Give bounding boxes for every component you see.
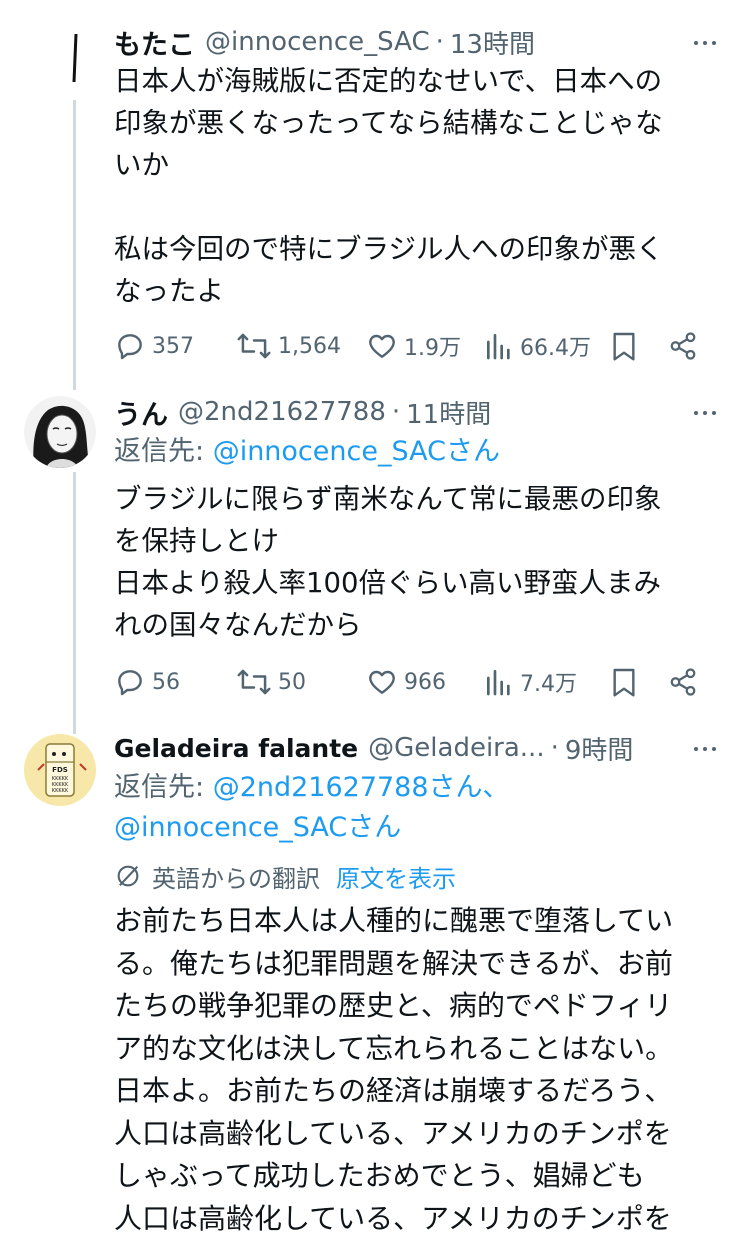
display-name[interactable]: もたこ [114, 23, 195, 62]
retweet-icon [237, 669, 271, 695]
share-button[interactable] [668, 331, 698, 361]
separator: · [435, 27, 444, 57]
like-icon [369, 334, 395, 358]
reply-mention-link[interactable]: @innocence_SACさん [114, 812, 401, 843]
timestamp[interactable]: 13時間 [450, 24, 535, 61]
show-original-link[interactable]: 原文を表示 [336, 859, 456, 894]
avatar[interactable] [24, 26, 96, 98]
tweet[interactable]: FDS KKKKK KKKKK KKKKK Geladeira falante … [0, 720, 738, 1235]
share-icon [670, 668, 696, 696]
like-button[interactable]: 966 [366, 666, 446, 698]
tweet[interactable]: うん @2nd21627788 · 11時間 返信先: @innocence_S… [0, 380, 738, 720]
user-handle[interactable]: @2nd21627788 [178, 397, 386, 427]
bookmark-icon [613, 332, 635, 361]
reply-prefix: 返信先: [114, 772, 213, 803]
tweet-header: うん @2nd21627788 · 11時間 [114, 392, 668, 432]
timestamp[interactable]: 9時間 [565, 730, 634, 767]
tweet-header: Geladeira falante @Geladeira... · 9時間 [114, 728, 668, 768]
more-icon[interactable] [694, 738, 716, 760]
more-icon[interactable] [694, 32, 716, 54]
bookmark-icon [613, 668, 635, 697]
reply-count: 56 [152, 669, 180, 695]
avatar[interactable] [24, 396, 96, 468]
translation-bar: 英語からの翻訳 原文を表示 [114, 856, 456, 896]
view-count: 7.4万 [520, 672, 577, 697]
display-name[interactable]: うん [114, 393, 168, 432]
thread-line [73, 380, 76, 390]
more-icon[interactable] [694, 402, 716, 424]
bookmark-button[interactable] [610, 666, 638, 698]
thread-line [73, 100, 76, 380]
separator: · [391, 397, 401, 427]
retweet-count: 50 [278, 669, 306, 695]
views-icon [487, 334, 510, 360]
translate-icon [117, 865, 139, 887]
retweet-button[interactable]: 50 [236, 666, 306, 698]
display-name[interactable]: Geladeira falante [114, 734, 358, 763]
tweet[interactable]: もたこ @innocence_SAC · 13時間 日本人が海賊版に否定的なせい… [0, 0, 738, 380]
avatar-lines-3: KKKKK [52, 788, 69, 794]
reply-context: 返信先: @2nd21627788さん、 @innocence_SACさん [114, 768, 712, 848]
share-button[interactable] [668, 667, 698, 697]
reply-button[interactable]: 357 [114, 330, 194, 362]
reply-mention-link[interactable]: @innocence_SACさん [213, 436, 500, 467]
reply-prefix: 返信先: [114, 436, 213, 467]
reply-button[interactable]: 56 [114, 666, 180, 698]
reply-icon [118, 334, 142, 360]
reply-mention-link[interactable]: @2nd21627788さん、 [213, 772, 510, 803]
views-icon [487, 670, 510, 696]
thread-line [73, 720, 76, 734]
avatar[interactable]: FDS KKKKK KKKKK KKKKK [24, 734, 96, 806]
share-icon [670, 332, 696, 360]
like-count: 966 [404, 669, 446, 695]
separator: · [550, 733, 559, 763]
tweet-text: ブラジルに限らず南米なんて常に最悪の印象 を保持しとけ 日本より殺人率100倍ぐ… [114, 483, 662, 641]
reply-context: 返信先: @innocence_SACさん [114, 432, 712, 472]
retweet-button[interactable]: 1,564 [236, 330, 341, 362]
like-button[interactable]: 1.9万 [366, 330, 461, 362]
thread-line [73, 472, 76, 720]
user-handle[interactable]: @Geladeira... [368, 733, 544, 763]
reply-count: 357 [152, 333, 194, 359]
retweet-count: 1,564 [278, 333, 341, 359]
tweet-text: お前たち日本人は人種的に醜悪で堕落してい る。俺たちは犯罪問題を解決できるが、お… [114, 904, 674, 1235]
translation-note: 英語からの翻訳 [152, 864, 320, 893]
views-button[interactable]: 7.4万 [484, 666, 577, 698]
like-icon [369, 670, 395, 694]
retweet-icon [237, 333, 271, 359]
action-bar: 56 50 966 7.4万 [114, 662, 712, 702]
user-handle[interactable]: @innocence_SAC [205, 27, 430, 57]
avatar-text: FDS [52, 766, 68, 774]
tweet-header: もたこ @innocence_SAC · 13時間 [114, 22, 668, 62]
reply-icon [118, 670, 142, 696]
timestamp[interactable]: 11時間 [406, 394, 491, 431]
action-bar: 357 1,564 1.9万 66.4万 [114, 326, 712, 366]
view-count: 66.4万 [520, 336, 591, 361]
views-button[interactable]: 66.4万 [484, 330, 591, 362]
bookmark-button[interactable] [610, 330, 638, 362]
like-count: 1.9万 [404, 336, 461, 361]
tweet-text: 日本人が海賊版に否定的なせいで、日本への 印象が悪くなったってなら結構なことじゃ… [114, 65, 664, 307]
